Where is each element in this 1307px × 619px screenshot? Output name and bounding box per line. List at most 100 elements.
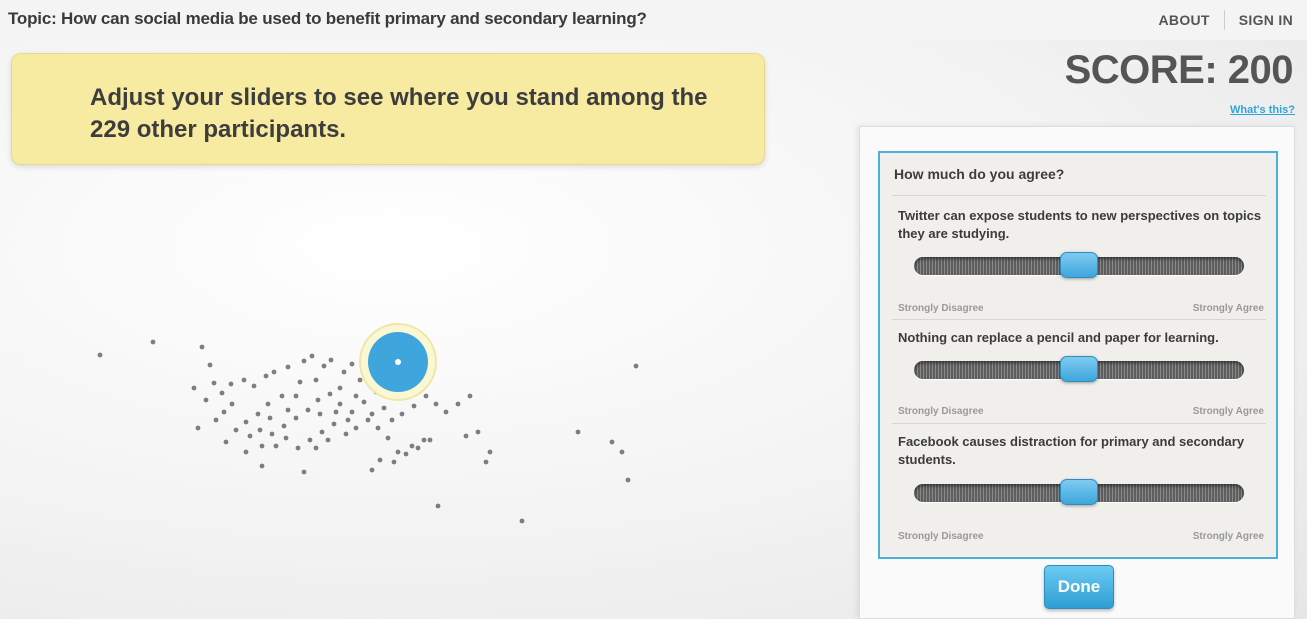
participant-dot <box>369 467 375 473</box>
done-button[interactable]: Done <box>1044 565 1114 609</box>
participant-dot <box>293 415 299 421</box>
participant-dot <box>305 407 311 413</box>
participant-dot <box>463 433 469 439</box>
participant-dot <box>435 503 441 509</box>
participant-dot <box>285 407 291 413</box>
participant-dot <box>219 390 225 396</box>
question-1-min-label: Strongly Disagree <box>898 303 984 314</box>
participant-dot <box>369 411 375 417</box>
participant-dot <box>421 437 427 443</box>
participant-dot <box>321 363 327 369</box>
divider <box>892 423 1266 424</box>
nav-divider <box>1223 10 1225 30</box>
participant-dot <box>353 393 359 399</box>
you-marker[interactable] <box>359 323 437 401</box>
question-3-max-label: Strongly Agree <box>1192 531 1264 542</box>
participant-dot <box>423 393 429 399</box>
participant-dot <box>327 391 333 397</box>
question-2-text: Nothing can replace a pencil and paper f… <box>898 330 1219 345</box>
question-box: How much do you agree? Twitter can expos… <box>878 151 1278 559</box>
participant-dot <box>403 451 409 457</box>
participant-dot <box>519 518 525 524</box>
participant-dot <box>333 409 339 415</box>
participant-dot <box>251 383 257 389</box>
question-3-min-label: Strongly Disagree <box>898 531 984 542</box>
participant-dot <box>619 449 625 455</box>
survey-panel: How much do you agree? Twitter can expos… <box>859 126 1295 619</box>
participant-dot <box>487 449 493 455</box>
participant-dot <box>349 361 355 367</box>
participant-dot <box>385 435 391 441</box>
participant-dot <box>375 425 381 431</box>
participant-dot <box>455 401 461 407</box>
participant-dot <box>475 429 481 435</box>
participant-dot <box>337 385 343 391</box>
question-3-slider[interactable] <box>914 479 1244 505</box>
question-1-text: Twitter can expose students to new persp… <box>898 208 1262 241</box>
banner-text: Adjust your sliders to see where you sta… <box>90 84 708 143</box>
participant-dot <box>97 352 103 358</box>
participant-dot <box>391 459 397 465</box>
score-label: SCORE: 200 <box>1064 48 1294 92</box>
participant-dot <box>199 344 205 350</box>
participant-dot <box>433 401 439 407</box>
participant-dot <box>349 409 355 415</box>
participant-dot <box>337 401 343 407</box>
participant-dot <box>467 393 473 399</box>
participant-dot <box>301 469 307 475</box>
participant-dot <box>317 411 323 417</box>
participant-dot <box>357 377 363 383</box>
about-link[interactable]: ABOUT <box>1159 12 1210 28</box>
question-1-slider[interactable] <box>914 252 1244 278</box>
participant-dot <box>341 369 347 375</box>
participant-dot <box>241 377 247 383</box>
question-2-slider-thumb[interactable] <box>1060 356 1098 382</box>
participant-dot <box>483 459 489 465</box>
participant-dot <box>325 437 331 443</box>
participant-dot <box>328 357 334 363</box>
participant-dot <box>389 417 395 423</box>
participant-dot <box>395 449 401 455</box>
participant-dot <box>309 353 315 359</box>
participant-dot <box>223 439 229 445</box>
participant-dot <box>343 431 349 437</box>
participant-dot <box>427 437 433 443</box>
participant-dot <box>297 379 303 385</box>
participant-dot <box>365 417 371 423</box>
question-1-max-label: Strongly Agree <box>1192 303 1264 314</box>
participant-dot <box>283 435 289 441</box>
participant-dot <box>207 362 213 368</box>
participant-dot <box>195 425 201 431</box>
participant-dot <box>415 445 421 451</box>
participant-dot <box>399 411 405 417</box>
question-1-slider-thumb[interactable] <box>1060 252 1098 278</box>
participant-dot <box>295 445 301 451</box>
participant-dot <box>361 399 367 405</box>
participant-dot <box>443 409 449 415</box>
participant-dot <box>345 417 351 423</box>
participant-dot <box>331 421 337 427</box>
participant-dot <box>319 429 325 435</box>
participant-dot <box>313 377 319 383</box>
participant-dot <box>191 385 197 391</box>
participant-dot <box>203 397 209 403</box>
participant-dot <box>229 401 235 407</box>
question-2-slider[interactable] <box>914 356 1244 382</box>
participant-dot <box>247 433 253 439</box>
participant-dot <box>313 445 319 451</box>
participant-dot <box>150 339 156 345</box>
question-3-slider-thumb[interactable] <box>1060 479 1098 505</box>
question-2-max-label: Strongly Agree <box>1192 406 1264 417</box>
participant-dot <box>279 393 285 399</box>
participant-dot <box>259 443 265 449</box>
participant-dot <box>243 419 249 425</box>
participant-dot <box>285 364 291 370</box>
participant-dot <box>315 397 321 403</box>
participant-dot <box>353 425 359 431</box>
participant-dot <box>267 415 273 421</box>
participant-dot <box>381 405 387 411</box>
sign-in-link[interactable]: SIGN IN <box>1239 12 1293 28</box>
whats-this-link[interactable]: What's this? <box>1230 104 1295 116</box>
participant-dot <box>301 358 307 364</box>
participant-dot <box>255 411 261 417</box>
